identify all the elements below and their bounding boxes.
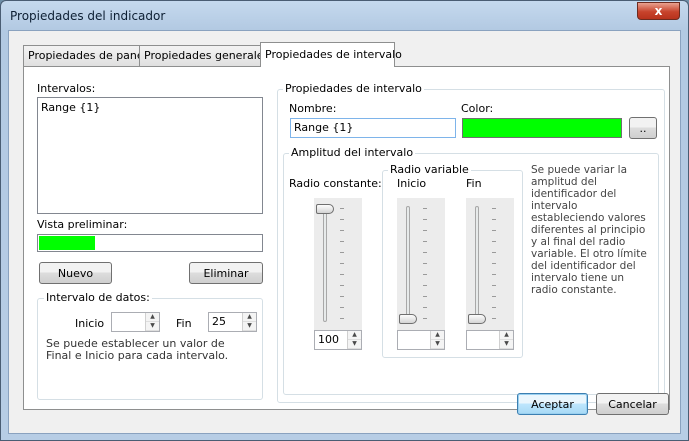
cancel-button-label: Cancelar xyxy=(608,397,657,411)
new-button-label: Nuevo xyxy=(57,266,94,280)
spin-down-icon[interactable]: ▼ xyxy=(500,340,513,349)
intervals-label: Intervalos: xyxy=(37,82,96,95)
slider-ticks xyxy=(492,208,496,320)
slider-thumb[interactable] xyxy=(399,314,417,324)
spin-down-icon[interactable]: ▼ xyxy=(146,322,159,331)
amplitude-description: Se puede variar la amplitud del identifi… xyxy=(531,164,647,296)
spin-up-icon[interactable]: ▲ xyxy=(500,331,513,340)
spin-up-icon[interactable]: ▲ xyxy=(348,331,361,340)
name-input[interactable]: Range {1} xyxy=(290,118,456,138)
preview-label: Vista preliminar: xyxy=(37,218,128,231)
color-picker-label: .. xyxy=(639,121,647,135)
data-end-label: Fin xyxy=(176,317,192,330)
slider-track xyxy=(323,206,327,322)
data-start-spinner[interactable]: ▲ ▼ xyxy=(111,312,160,332)
slider-thumb[interactable] xyxy=(468,314,486,324)
variable-start-spinner[interactable]: ▲ ▼ xyxy=(397,330,445,350)
preview-fill xyxy=(39,236,95,250)
spin-arrows[interactable]: ▲ ▼ xyxy=(145,313,159,331)
delete-button-label: Eliminar xyxy=(203,266,249,280)
list-item[interactable]: Range {1} xyxy=(41,101,100,114)
spin-arrows[interactable]: ▲ ▼ xyxy=(499,331,513,349)
color-picker-button[interactable]: .. xyxy=(629,117,657,139)
tab-label: Propiedades de intervalo xyxy=(265,48,402,61)
accept-button[interactable]: Aceptar xyxy=(517,393,588,415)
slider-ticks xyxy=(423,208,427,320)
spin-up-icon[interactable]: ▲ xyxy=(146,313,159,322)
preview-bar xyxy=(37,234,263,252)
spin-up-icon[interactable]: ▲ xyxy=(243,313,256,322)
variable-end-label: Fin xyxy=(466,177,482,190)
cancel-button[interactable]: Cancelar xyxy=(596,393,669,415)
tab-label: Propiedades generales xyxy=(144,49,270,62)
color-swatch[interactable] xyxy=(462,118,622,138)
color-label: Color: xyxy=(461,102,494,115)
constant-radius-spinner[interactable]: 100 ▲ ▼ xyxy=(314,330,362,350)
close-button[interactable]: x xyxy=(637,2,680,20)
variable-end-spinner[interactable]: ▲ ▼ xyxy=(466,330,514,350)
spin-arrows[interactable]: ▲ ▼ xyxy=(430,331,444,349)
slider-track xyxy=(475,206,479,322)
slider-track xyxy=(406,206,410,322)
spin-down-icon[interactable]: ▼ xyxy=(243,322,256,331)
name-label: Nombre: xyxy=(289,102,337,115)
spin-up-icon[interactable]: ▲ xyxy=(431,331,444,340)
intervals-list[interactable]: Range {1} xyxy=(37,97,263,214)
data-end-spinner[interactable]: 25 ▲ ▼ xyxy=(208,312,257,332)
close-icon: x xyxy=(654,4,663,18)
spin-down-icon[interactable]: ▼ xyxy=(348,340,361,349)
title-bar[interactable]: Propiedades del indicador x xyxy=(1,1,688,31)
variable-start-label: Inicio xyxy=(397,177,427,190)
tab-content: Intervalos: Range {1} Vista preliminar: … xyxy=(23,66,670,410)
data-interval-note: Se puede establecer un valor de Final e … xyxy=(46,337,229,362)
tab-general-properties[interactable]: Propiedades generales xyxy=(139,45,269,66)
spin-arrows[interactable]: ▲ ▼ xyxy=(242,313,256,331)
tab-label: Propiedades de panel xyxy=(28,49,147,62)
tab-interval-properties[interactable]: Propiedades de intervalo xyxy=(260,42,402,67)
spin-arrows[interactable]: ▲ ▼ xyxy=(347,331,361,349)
interval-properties-group-title: Propiedades de intervalo xyxy=(283,82,424,95)
window-title: Propiedades del indicador xyxy=(10,9,166,23)
variable-radius-group-title: Radio variable xyxy=(388,163,471,176)
constant-radius-value: 100 xyxy=(318,333,339,346)
slider-ticks xyxy=(340,208,344,320)
variable-end-slider[interactable] xyxy=(466,198,514,330)
constant-radius-label: Radio constante: xyxy=(289,177,382,190)
dialog-client: Propiedades de panel Propiedades general… xyxy=(8,30,681,434)
data-end-value: 25 xyxy=(212,315,226,328)
data-start-label: Inicio xyxy=(75,317,105,330)
tab-panel-properties[interactable]: Propiedades de panel xyxy=(23,45,147,66)
slider-thumb[interactable] xyxy=(316,204,334,214)
dialog-window: Propiedades del indicador x Propiedades … xyxy=(0,0,689,441)
delete-button[interactable]: Eliminar xyxy=(189,262,263,284)
new-button[interactable]: Nuevo xyxy=(39,262,112,284)
amplitude-group-title: Amplitud del intervalo xyxy=(289,146,416,159)
constant-radius-slider[interactable] xyxy=(314,198,362,330)
accept-button-label: Aceptar xyxy=(531,397,574,411)
spin-down-icon[interactable]: ▼ xyxy=(431,340,444,349)
variable-start-slider[interactable] xyxy=(397,198,445,330)
data-interval-group-title: Intervalo de datos: xyxy=(44,291,152,304)
